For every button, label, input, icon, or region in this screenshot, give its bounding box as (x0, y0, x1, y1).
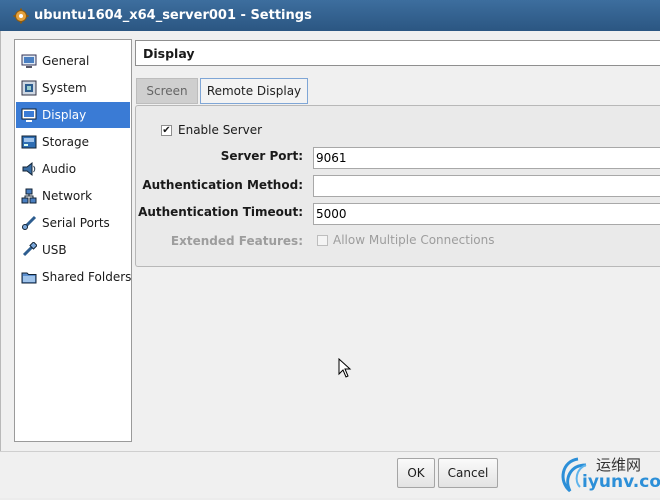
sidebar-item-display[interactable]: Display (16, 102, 130, 128)
remote-display-panel: ✔ Enable Server Server Port: Authenticat… (135, 105, 660, 267)
mouse-cursor-icon (338, 358, 352, 378)
sidebar-item-storage[interactable]: Storage (16, 129, 130, 155)
serial-ports-icon (21, 215, 37, 231)
sidebar-item-shared-folders[interactable]: Shared Folders (16, 264, 131, 290)
shared-folders-icon (21, 272, 37, 284)
window-body: General System Display Storage Audio Net… (0, 31, 660, 497)
tab-bar: Screen Remote Display (135, 76, 660, 106)
sidebar-item-general[interactable]: General (16, 48, 130, 74)
title-bar: ubuntu1604_x64_server001 - Settings (0, 0, 660, 31)
ok-button[interactable]: OK (397, 458, 435, 488)
auth-method-select[interactable] (313, 175, 660, 197)
auth-timeout-field[interactable] (313, 203, 660, 225)
tab-remote-display[interactable]: Remote Display (200, 78, 308, 104)
cancel-button[interactable]: Cancel (438, 458, 498, 488)
allow-multiple-label: Allow Multiple Connections (333, 233, 495, 247)
sidebar-item-usb[interactable]: USB (16, 237, 130, 263)
storage-icon (21, 135, 37, 149)
enable-server-checkbox[interactable]: ✔ (161, 125, 172, 136)
auth-method-label: Authentication Method: (142, 178, 303, 192)
sidebar-item-system[interactable]: System (16, 75, 130, 101)
tab-screen[interactable]: Screen (136, 78, 198, 104)
enable-server-label: Enable Server (178, 123, 263, 137)
general-icon (21, 54, 37, 68)
sidebar-item-audio[interactable]: Audio (16, 156, 130, 182)
allow-multiple-checkbox[interactable] (317, 235, 328, 246)
display-icon (21, 108, 37, 122)
usb-icon (22, 242, 37, 257)
audio-icon (22, 161, 36, 177)
settings-sidebar: General System Display Storage Audio Net… (14, 39, 132, 442)
server-port-label: Server Port: (220, 149, 303, 163)
server-port-field[interactable] (313, 147, 660, 169)
gear-icon (13, 8, 29, 23)
sidebar-item-network[interactable]: Network (16, 183, 130, 209)
window-title: ubuntu1604_x64_server001 - Settings (34, 8, 312, 23)
network-icon (21, 188, 37, 204)
watermark-domain-text: iyunv.com (582, 472, 660, 492)
watermark-logo: 运维网 iyunv.com (556, 451, 660, 497)
system-icon (21, 80, 37, 96)
extended-features-label: Extended Features: (170, 234, 303, 248)
auth-timeout-label: Authentication Timeout: (138, 205, 303, 219)
sidebar-item-serial-ports[interactable]: Serial Ports (16, 210, 130, 236)
page-title: Display (135, 40, 660, 66)
